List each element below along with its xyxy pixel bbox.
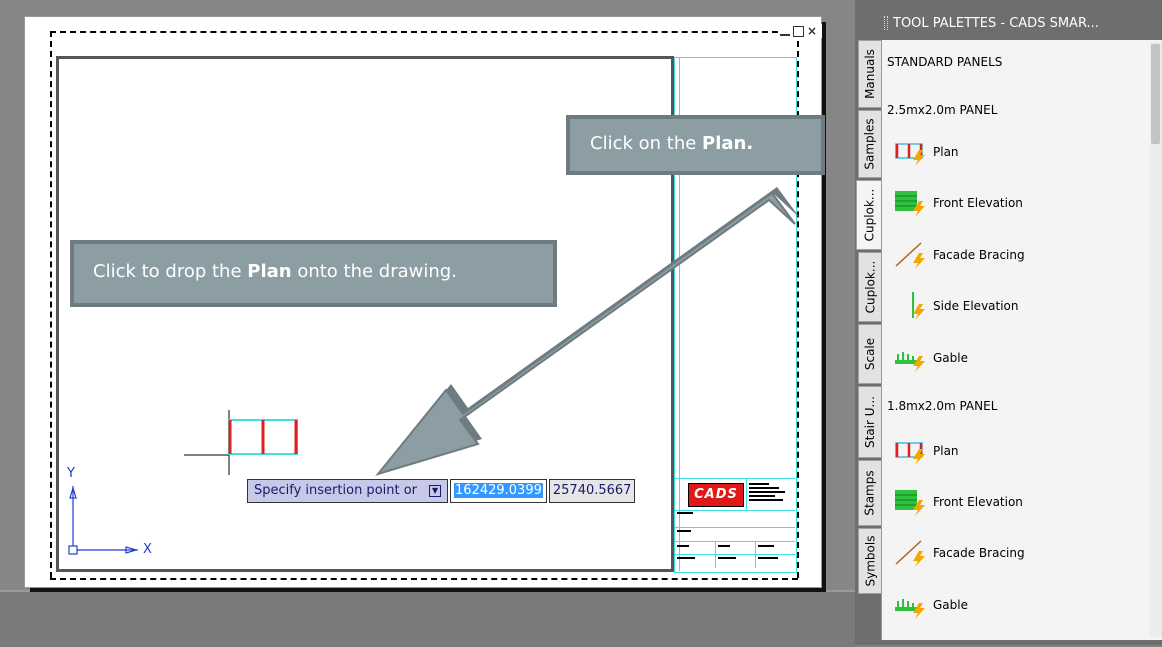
command-prompt: Specify insertion point or ▼ bbox=[247, 479, 449, 503]
ucs-y-label: Y bbox=[67, 466, 75, 481]
palette-item-side-elevation[interactable]: Side Elevation bbox=[893, 291, 1019, 321]
plan-tool-icon bbox=[895, 442, 925, 465]
title-block-line bbox=[746, 478, 747, 510]
x-coordinate-value[interactable]: 162429.0399 bbox=[454, 483, 543, 498]
palette-item-plan[interactable]: Plan bbox=[893, 436, 959, 466]
palette-item-facade-bracing[interactable]: Facade Bracing bbox=[893, 240, 1025, 270]
tab-scale[interactable]: Scale bbox=[858, 324, 882, 384]
palette-item-front-elevation[interactable]: Front Elevation bbox=[893, 487, 1023, 517]
tab-cuplok-2[interactable]: Cuplok... bbox=[858, 252, 882, 322]
paper-boundary-left bbox=[50, 31, 52, 578]
title-block-line bbox=[715, 541, 716, 568]
facade-bracing-tool-icon bbox=[895, 242, 925, 269]
palette-item-front-elevation[interactable]: Front Elevation bbox=[893, 188, 1023, 218]
palette-item-facade-bracing[interactable]: Facade Bracing bbox=[893, 538, 1025, 568]
title-field-mark bbox=[758, 545, 774, 547]
paper-boundary-bottom bbox=[50, 578, 798, 580]
palette-item-label: Facade Bracing bbox=[933, 248, 1025, 262]
options-dropdown-icon[interactable]: ▼ bbox=[429, 485, 442, 497]
tab-stair[interactable]: Stair U... bbox=[858, 386, 882, 458]
side-elevation-tool-icon bbox=[912, 292, 925, 320]
title-field-mark bbox=[758, 557, 778, 559]
gable-tool-icon bbox=[895, 352, 925, 372]
callout-drop-text-1: Click to drop the bbox=[93, 261, 248, 282]
section-heading: 1.8mx2.0m PANEL bbox=[887, 399, 998, 413]
tab-stamps[interactable]: Stamps bbox=[858, 460, 882, 526]
tab-label: Samples bbox=[863, 118, 877, 170]
front-elevation-tool-icon bbox=[895, 191, 925, 217]
palette-item-label: Plan bbox=[933, 444, 959, 458]
palette-item-label: Gable bbox=[933, 598, 968, 612]
title-block-line bbox=[674, 510, 795, 511]
restore-icon[interactable] bbox=[793, 25, 804, 37]
tab-label: Symbols bbox=[863, 535, 878, 587]
paper-boundary-top bbox=[50, 31, 798, 33]
command-prompt-text: Specify insertion point or bbox=[254, 483, 418, 498]
palette-item-label: Side Elevation bbox=[933, 299, 1019, 313]
palette-item-label: Front Elevation bbox=[933, 196, 1023, 210]
title-block-line bbox=[674, 554, 795, 555]
title-field-mark bbox=[677, 530, 691, 532]
x-coordinate-input[interactable]: 162429.0399 bbox=[450, 479, 547, 503]
title-block-line bbox=[674, 541, 795, 542]
tab-label: Stair U... bbox=[863, 396, 878, 448]
tab-label: Scale bbox=[863, 337, 878, 371]
palette-title[interactable]: TOOL PALETTES - CADS SMAR... bbox=[883, 10, 1162, 38]
tab-label: Cuplok... bbox=[862, 188, 877, 242]
section-heading: STANDARD PANELS bbox=[887, 55, 1003, 69]
palette-item-label: Gable bbox=[933, 351, 968, 365]
canvas-footer bbox=[0, 590, 855, 647]
close-icon[interactable]: × bbox=[807, 25, 817, 37]
callout-drop-bold: Plan bbox=[247, 261, 292, 282]
facade-bracing-tool-icon bbox=[895, 540, 925, 567]
title-field-mark bbox=[718, 545, 730, 547]
tab-label: Manuals bbox=[863, 49, 878, 99]
palette-item-label: Facade Bracing bbox=[933, 546, 1025, 560]
callout-click-plan: Click on the Plan. bbox=[566, 115, 825, 175]
minimize-icon[interactable] bbox=[780, 34, 790, 36]
callout-click-plan-bold: Plan. bbox=[702, 133, 754, 154]
tab-label: Cuplok... bbox=[863, 260, 878, 314]
viewport-controls: × bbox=[780, 24, 822, 38]
title-field-mark bbox=[677, 512, 693, 514]
tab-cuplok-1[interactable]: Cuplok... bbox=[856, 180, 883, 250]
palette-item-label: Front Elevation bbox=[933, 495, 1023, 509]
palette-tabs: Manuals Samples Cuplok... Cuplok... Scal… bbox=[856, 40, 883, 595]
tab-label: Stamps bbox=[863, 470, 878, 516]
gable-tool-icon bbox=[895, 599, 925, 619]
y-coordinate-input[interactable]: 25740.5667 bbox=[548, 479, 636, 503]
palette-item-gable[interactable]: Gable bbox=[893, 590, 968, 620]
palette-scroll-thumb[interactable] bbox=[1151, 44, 1160, 144]
palette-item-gable[interactable]: Gable bbox=[893, 343, 968, 373]
ucs-x-label: X bbox=[143, 542, 152, 557]
section-heading: 2.5mx2.0m PANEL bbox=[887, 103, 998, 117]
pointer-arrow bbox=[375, 187, 800, 476]
tab-symbols[interactable]: Symbols bbox=[858, 528, 882, 594]
tab-manuals[interactable]: Manuals bbox=[858, 40, 882, 108]
logo-fine-print bbox=[749, 483, 791, 505]
title-field-mark bbox=[677, 557, 695, 559]
title-field-mark bbox=[718, 557, 736, 559]
palette-item-label: Plan bbox=[933, 145, 959, 159]
tab-samples[interactable]: Samples bbox=[858, 110, 882, 178]
title-field-mark bbox=[677, 545, 689, 547]
dynamic-input: Specify insertion point or ▼ 162429.0399… bbox=[247, 479, 636, 503]
front-elevation-tool-icon bbox=[895, 490, 925, 516]
plan-tool-icon bbox=[895, 143, 925, 166]
title-block-line bbox=[755, 541, 756, 568]
plan-preview bbox=[228, 419, 298, 455]
callout-click-plan-text: Click on the bbox=[590, 133, 703, 154]
title-block-line bbox=[674, 527, 795, 528]
cads-logo: CADS bbox=[688, 483, 744, 507]
palette-item-plan[interactable]: Plan bbox=[893, 137, 959, 167]
